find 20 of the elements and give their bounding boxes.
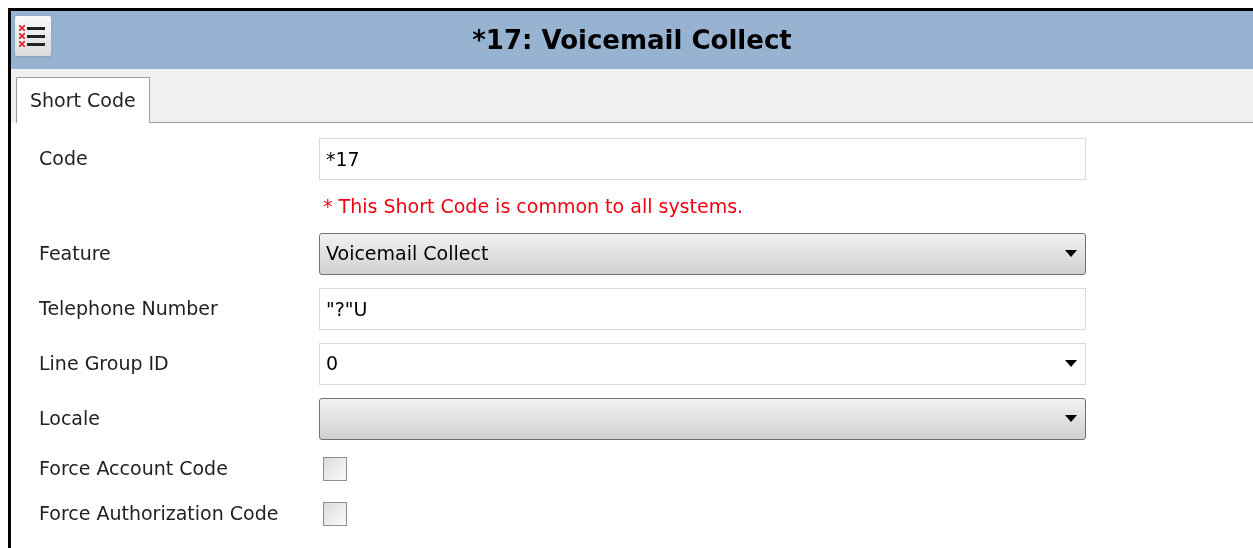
note-text: * This Short Code is common to all systems. bbox=[323, 193, 744, 219]
field-label: Feature bbox=[39, 241, 112, 267]
checkbox[interactable] bbox=[323, 456, 347, 481]
dropdown-caret-icon bbox=[1065, 360, 1077, 367]
field-label: Line Group ID bbox=[39, 351, 170, 377]
field-label: Telephone Number bbox=[39, 296, 219, 322]
checkbox[interactable] bbox=[323, 501, 347, 526]
dropdown[interactable]: Voicemail Collect bbox=[319, 232, 1086, 275]
text-field[interactable]: "?"U bbox=[319, 287, 1086, 330]
dropdown-caret-icon bbox=[1065, 250, 1077, 257]
field-label: Force Authorization Code bbox=[39, 501, 280, 527]
dropdown-caret-icon bbox=[1065, 415, 1077, 422]
field-label: Code bbox=[39, 146, 89, 172]
field-label: Locale bbox=[39, 406, 101, 432]
tab[interactable]: Short Code bbox=[16, 77, 150, 123]
combo-box[interactable]: 0 bbox=[319, 342, 1086, 385]
list-icon bbox=[15, 16, 51, 56]
field-label: Force Account Code bbox=[39, 456, 229, 482]
text-field[interactable]: *17 bbox=[319, 137, 1086, 180]
window-title: *17: Voicemail Collect bbox=[472, 23, 792, 57]
